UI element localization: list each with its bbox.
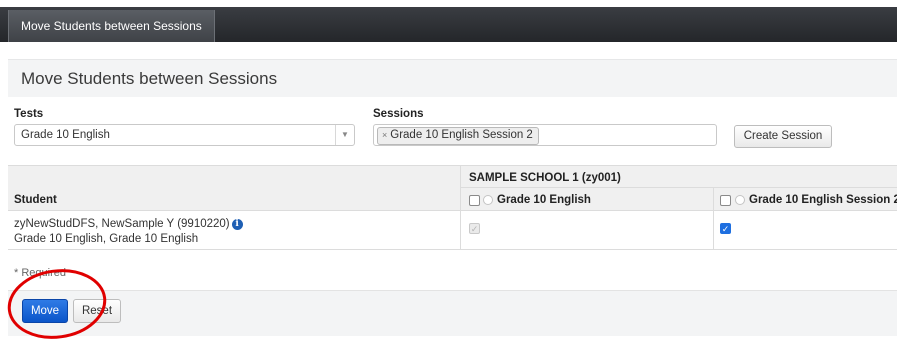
row-checkbox-col1: ✓: [469, 223, 480, 234]
divider: [8, 165, 897, 166]
student-name: zyNewStudDFS, NewSample Y (9910220) i: [14, 218, 243, 230]
reset-button[interactable]: Reset: [73, 299, 121, 323]
sessions-multiselect[interactable]: × Grade 10 English Session 2: [373, 124, 717, 146]
top-nav-bar: Move Students between Sessions: [0, 7, 897, 42]
remove-chip-icon[interactable]: ×: [382, 130, 387, 140]
session-radio-col1[interactable]: [483, 195, 493, 205]
divider: [460, 165, 461, 249]
student-tests: Grade 10 English, Grade 10 English: [14, 233, 199, 245]
caret-down-icon[interactable]: ▼: [335, 125, 354, 145]
session-radio-col2[interactable]: [735, 195, 745, 205]
create-session-button[interactable]: Create Session: [734, 125, 832, 148]
info-icon[interactable]: i: [231, 219, 243, 230]
divider: [8, 249, 897, 250]
student-column-header: Student: [14, 194, 57, 206]
tests-select[interactable]: Grade 10 English ▼: [14, 124, 355, 146]
divider: [713, 187, 714, 249]
title-panel: Move Students between Sessions: [8, 59, 897, 97]
select-all-checkbox-col2[interactable]: [720, 195, 731, 206]
tab-move-students[interactable]: Move Students between Sessions: [8, 10, 215, 42]
session-chip: × Grade 10 English Session 2: [377, 127, 539, 145]
divider: [8, 210, 897, 211]
footer-bar: [8, 290, 897, 336]
divider: [460, 187, 897, 188]
session-chip-label: Grade 10 English Session 2: [390, 129, 533, 141]
student-name-text: zyNewStudDFS, NewSample Y (9910220): [14, 218, 230, 230]
session-column-header: Grade 10 English: [497, 194, 591, 206]
tests-label: Tests: [14, 108, 44, 120]
school-header: SAMPLE SCHOOL 1 (zy001): [469, 172, 621, 184]
row-checkbox-col2[interactable]: ✓: [720, 223, 731, 234]
select-all-checkbox-col1[interactable]: [469, 195, 480, 206]
tests-selected-value: Grade 10 English: [21, 129, 110, 141]
session-column-header: Grade 10 English Session 2: [749, 194, 897, 206]
sessions-label: Sessions: [373, 108, 424, 120]
move-button[interactable]: Move: [22, 299, 68, 323]
required-note: * Required: [14, 267, 66, 279]
page-title: Move Students between Sessions: [21, 69, 278, 88]
